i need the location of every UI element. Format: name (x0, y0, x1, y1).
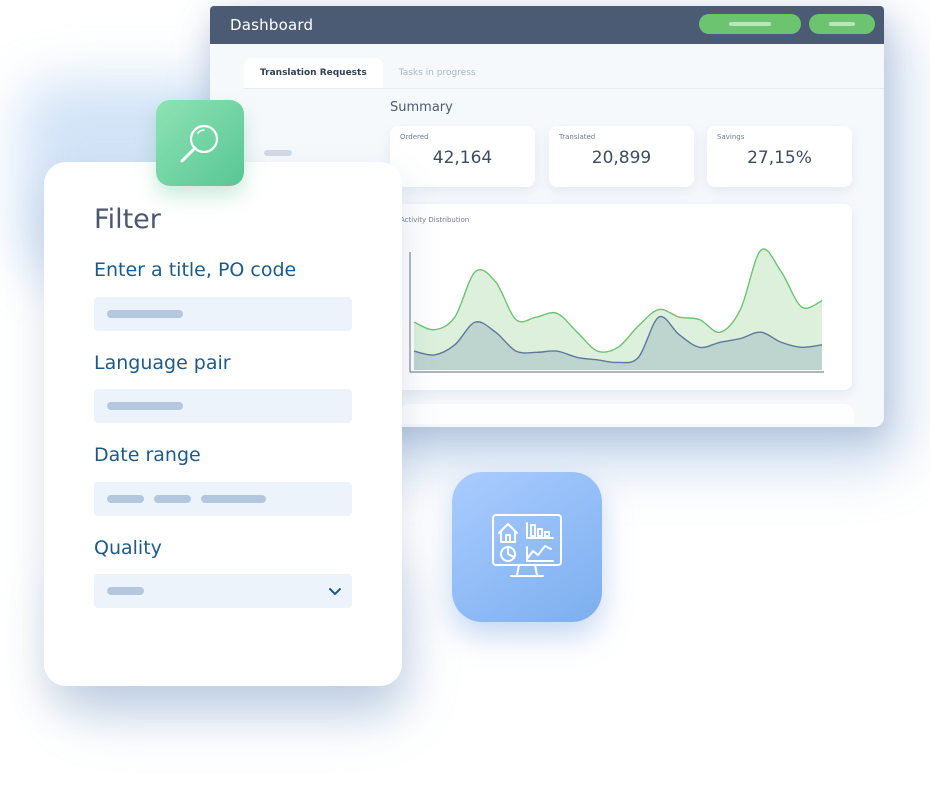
hidden-card-handle (264, 150, 292, 156)
stat-label: Translated (559, 133, 596, 141)
stat-card-ordered: Ordered 42,164 (390, 126, 535, 187)
stat-value: 20,899 (591, 148, 652, 168)
date-range-label: Date range (94, 444, 201, 466)
stat-label: Ordered (400, 133, 429, 141)
date-range-input[interactable] (94, 482, 352, 516)
tab-translation-requests[interactable]: Translation Requests (244, 58, 383, 88)
header-action-button-primary[interactable] (699, 14, 801, 34)
placeholder-bar (107, 402, 183, 410)
placeholder-bar (107, 310, 183, 318)
language-pair-label: Language pair (94, 352, 231, 374)
analytics-tile[interactable] (452, 472, 602, 622)
stat-value: 42,164 (432, 148, 493, 168)
analytics-monitor-icon (492, 514, 562, 577)
title-po-code-input[interactable] (94, 297, 352, 331)
placeholder-bar (201, 495, 266, 503)
placeholder-bar (154, 495, 191, 503)
placeholder-bar (107, 587, 144, 595)
search-tile[interactable] (156, 100, 244, 186)
stat-label: Savings (717, 133, 745, 141)
filter-panel: Filter Enter a title, PO code Language p… (44, 162, 402, 686)
language-pair-input[interactable] (94, 389, 352, 423)
stat-value: 27,15% (747, 148, 812, 168)
summary-heading: Summary (390, 100, 453, 115)
dashboard-lower-card (400, 404, 854, 424)
tab-divider (244, 88, 884, 89)
dashboard-header: Dashboard (210, 6, 884, 44)
stat-card-savings: Savings 27,15% (707, 126, 852, 187)
stat-card-translated: Translated 20,899 (549, 126, 694, 187)
quality-select[interactable] (94, 574, 352, 608)
placeholder-bar (107, 495, 144, 503)
quality-label: Quality (94, 537, 162, 559)
tab-bar: Translation Requests Tasks in progress (244, 58, 492, 88)
filter-title: Filter (94, 204, 161, 235)
tab-tasks-in-progress[interactable]: Tasks in progress (383, 58, 492, 88)
activity-distribution-chart (409, 248, 824, 373)
chevron-down-icon[interactable] (328, 584, 342, 598)
search-icon (180, 124, 219, 163)
header-action-button-secondary[interactable] (809, 14, 875, 34)
dashboard-title: Dashboard (230, 16, 314, 34)
activity-chart-card: Activity Distribution (390, 204, 852, 390)
title-po-code-label: Enter a title, PO code (94, 259, 297, 281)
